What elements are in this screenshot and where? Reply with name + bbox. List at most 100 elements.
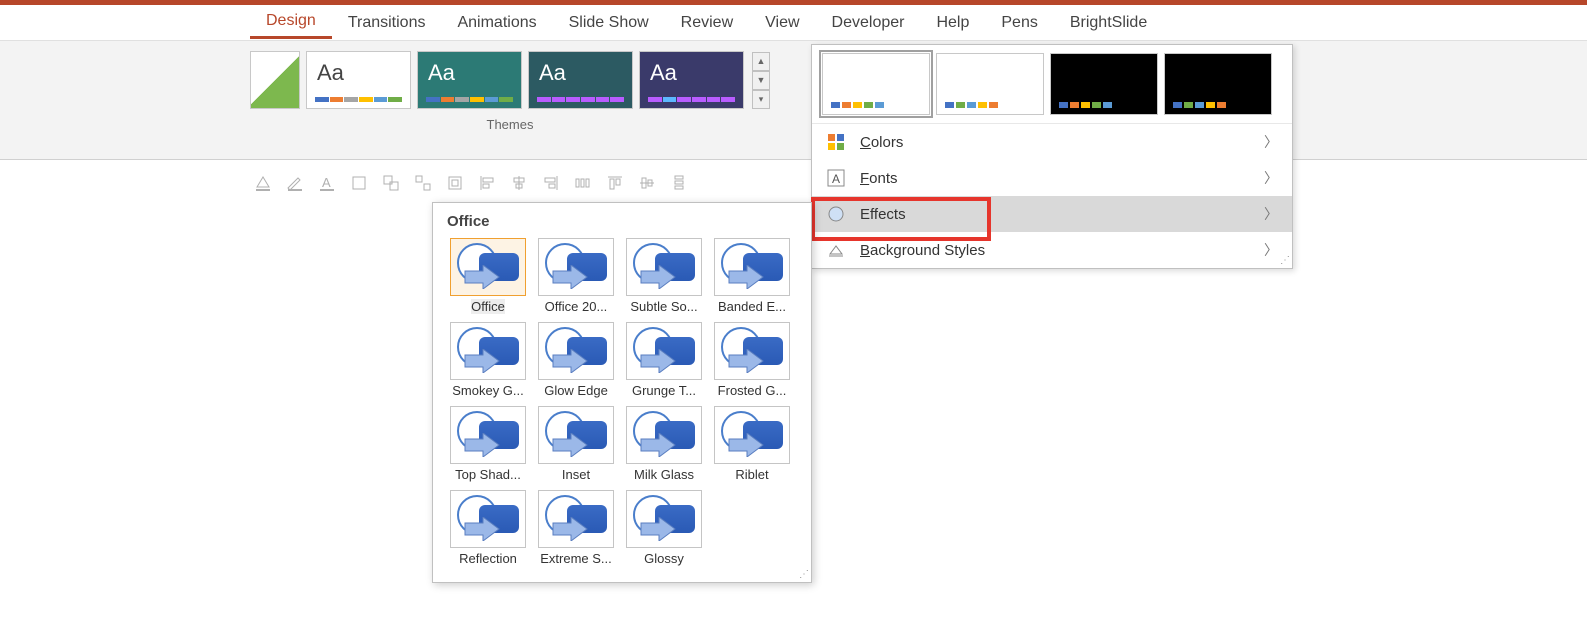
fonts-icon: A: [826, 168, 846, 188]
tab-view[interactable]: View: [749, 8, 815, 38]
tab-design[interactable]: Design: [250, 6, 332, 39]
themes-group: Aa Aa Aa Aa ▲ ▼ ▾ Themes: [250, 51, 770, 132]
tab-help[interactable]: Help: [920, 8, 985, 38]
svg-text:A: A: [832, 172, 840, 186]
group-button[interactable]: [380, 172, 402, 194]
effect-label: Milk Glass: [634, 467, 694, 482]
themes-expand[interactable]: ▾: [752, 90, 770, 109]
effect-label: Grunge T...: [632, 383, 696, 398]
chevron-right-icon: 〉: [1264, 204, 1278, 224]
distribute-h-button[interactable]: [572, 172, 594, 194]
effect-label: Banded E...: [718, 299, 786, 314]
tab-transitions[interactable]: Transitions: [332, 8, 442, 38]
font-color-button[interactable]: A: [316, 172, 338, 194]
effect-item[interactable]: Office: [447, 238, 529, 314]
menu-background-styles[interactable]: Background Styles 〉: [812, 232, 1292, 268]
effect-label: Riblet: [735, 467, 768, 482]
effect-preview-icon: [450, 238, 526, 296]
themes-scroll-up[interactable]: ▲: [752, 52, 770, 71]
effect-label: Reflection: [459, 551, 517, 566]
effects-section-title: Office: [447, 213, 797, 230]
menu-colors[interactable]: Colors 〉: [812, 124, 1292, 160]
effect-item[interactable]: Top Shad...: [447, 406, 529, 482]
align-button[interactable]: [444, 172, 466, 194]
theme-thumbnail[interactable]: [250, 51, 300, 109]
variants-dropdown: Colors 〉 A Fonts 〉 Effects 〉 Background …: [811, 44, 1293, 269]
tab-pens[interactable]: Pens: [985, 8, 1053, 38]
variant-thumbnail[interactable]: [936, 53, 1044, 115]
menu-background-label: Background Styles: [860, 242, 985, 259]
effects-icon: [826, 204, 846, 224]
effect-preview-icon: [626, 490, 702, 548]
effect-label: Top Shad...: [455, 467, 521, 482]
effect-item[interactable]: Banded E...: [711, 238, 793, 314]
effect-item[interactable]: Smokey G...: [447, 322, 529, 398]
effect-item[interactable]: Riblet: [711, 406, 793, 482]
svg-text:A: A: [322, 175, 331, 190]
ungroup-button[interactable]: [412, 172, 434, 194]
mini-toolbar: A: [252, 172, 690, 194]
distribute-v-button[interactable]: [668, 172, 690, 194]
effect-item[interactable]: Glossy: [623, 490, 705, 566]
align-center-button[interactable]: [508, 172, 530, 194]
theme-thumbnail[interactable]: Aa: [639, 51, 744, 109]
effect-item[interactable]: Frosted G...: [711, 322, 793, 398]
effect-label: Glow Edge: [544, 383, 608, 398]
effect-preview-icon: [538, 238, 614, 296]
effect-item[interactable]: Extreme S...: [535, 490, 617, 566]
menu-effects-label: Effects: [860, 206, 906, 223]
menu-effects[interactable]: Effects 〉: [812, 196, 1292, 232]
effect-label: Office 20...: [545, 299, 608, 314]
effect-preview-icon: [714, 406, 790, 464]
align-right-button[interactable]: [540, 172, 562, 194]
colors-icon: [826, 132, 846, 152]
effect-preview-icon: [714, 238, 790, 296]
ribbon: Aa Aa Aa Aa ▲ ▼ ▾ Themes: [0, 40, 1587, 160]
fill-color-button[interactable]: [252, 172, 274, 194]
effect-preview-icon: [626, 238, 702, 296]
effect-item[interactable]: Milk Glass: [623, 406, 705, 482]
theme-thumbnail[interactable]: Aa: [306, 51, 411, 109]
effect-item[interactable]: Inset: [535, 406, 617, 482]
background-icon: [826, 240, 846, 260]
outline-color-button[interactable]: [284, 172, 306, 194]
menu-fonts-label: Fonts: [860, 170, 898, 187]
menu-colors-label: Colors: [860, 134, 903, 151]
crop-button[interactable]: [348, 172, 370, 194]
effect-item[interactable]: Office 20...: [535, 238, 617, 314]
effect-preview-icon: [626, 406, 702, 464]
chevron-right-icon: 〉: [1264, 240, 1278, 260]
themes-scroll-down[interactable]: ▼: [752, 71, 770, 90]
tab-slideshow[interactable]: Slide Show: [553, 8, 665, 38]
themes-group-label: Themes: [487, 117, 534, 132]
effect-preview-icon: [450, 490, 526, 548]
effect-preview-icon: [714, 322, 790, 380]
theme-thumbnail[interactable]: Aa: [528, 51, 633, 109]
menu-fonts[interactable]: A Fonts 〉: [812, 160, 1292, 196]
effect-label: Subtle So...: [630, 299, 697, 314]
variant-thumbnail[interactable]: [822, 53, 930, 115]
effects-gallery: Office Office Office 20... Subtle So... Ban…: [432, 202, 812, 583]
effect-item[interactable]: Subtle So...: [623, 238, 705, 314]
effect-preview-icon: [450, 406, 526, 464]
resize-handle[interactable]: ⋰: [799, 569, 807, 580]
align-top-button[interactable]: [604, 172, 626, 194]
tab-animations[interactable]: Animations: [441, 8, 552, 38]
effect-item[interactable]: Glow Edge: [535, 322, 617, 398]
align-left-button[interactable]: [476, 172, 498, 194]
effect-item[interactable]: Grunge T...: [623, 322, 705, 398]
effect-label: Glossy: [644, 551, 684, 566]
effect-label: Inset: [562, 467, 590, 482]
variant-thumbnail[interactable]: [1050, 53, 1158, 115]
tab-brightslide[interactable]: BrightSlide: [1054, 8, 1163, 38]
effect-label: Extreme S...: [540, 551, 612, 566]
chevron-right-icon: 〉: [1264, 132, 1278, 152]
tab-review[interactable]: Review: [665, 8, 749, 38]
theme-thumbnail[interactable]: Aa: [417, 51, 522, 109]
variant-thumbnail[interactable]: [1164, 53, 1272, 115]
align-middle-button[interactable]: [636, 172, 658, 194]
effect-item[interactable]: Reflection: [447, 490, 529, 566]
tab-developer[interactable]: Developer: [816, 8, 921, 38]
resize-handle[interactable]: ⋰: [1280, 255, 1288, 266]
effect-label: Frosted G...: [718, 383, 787, 398]
